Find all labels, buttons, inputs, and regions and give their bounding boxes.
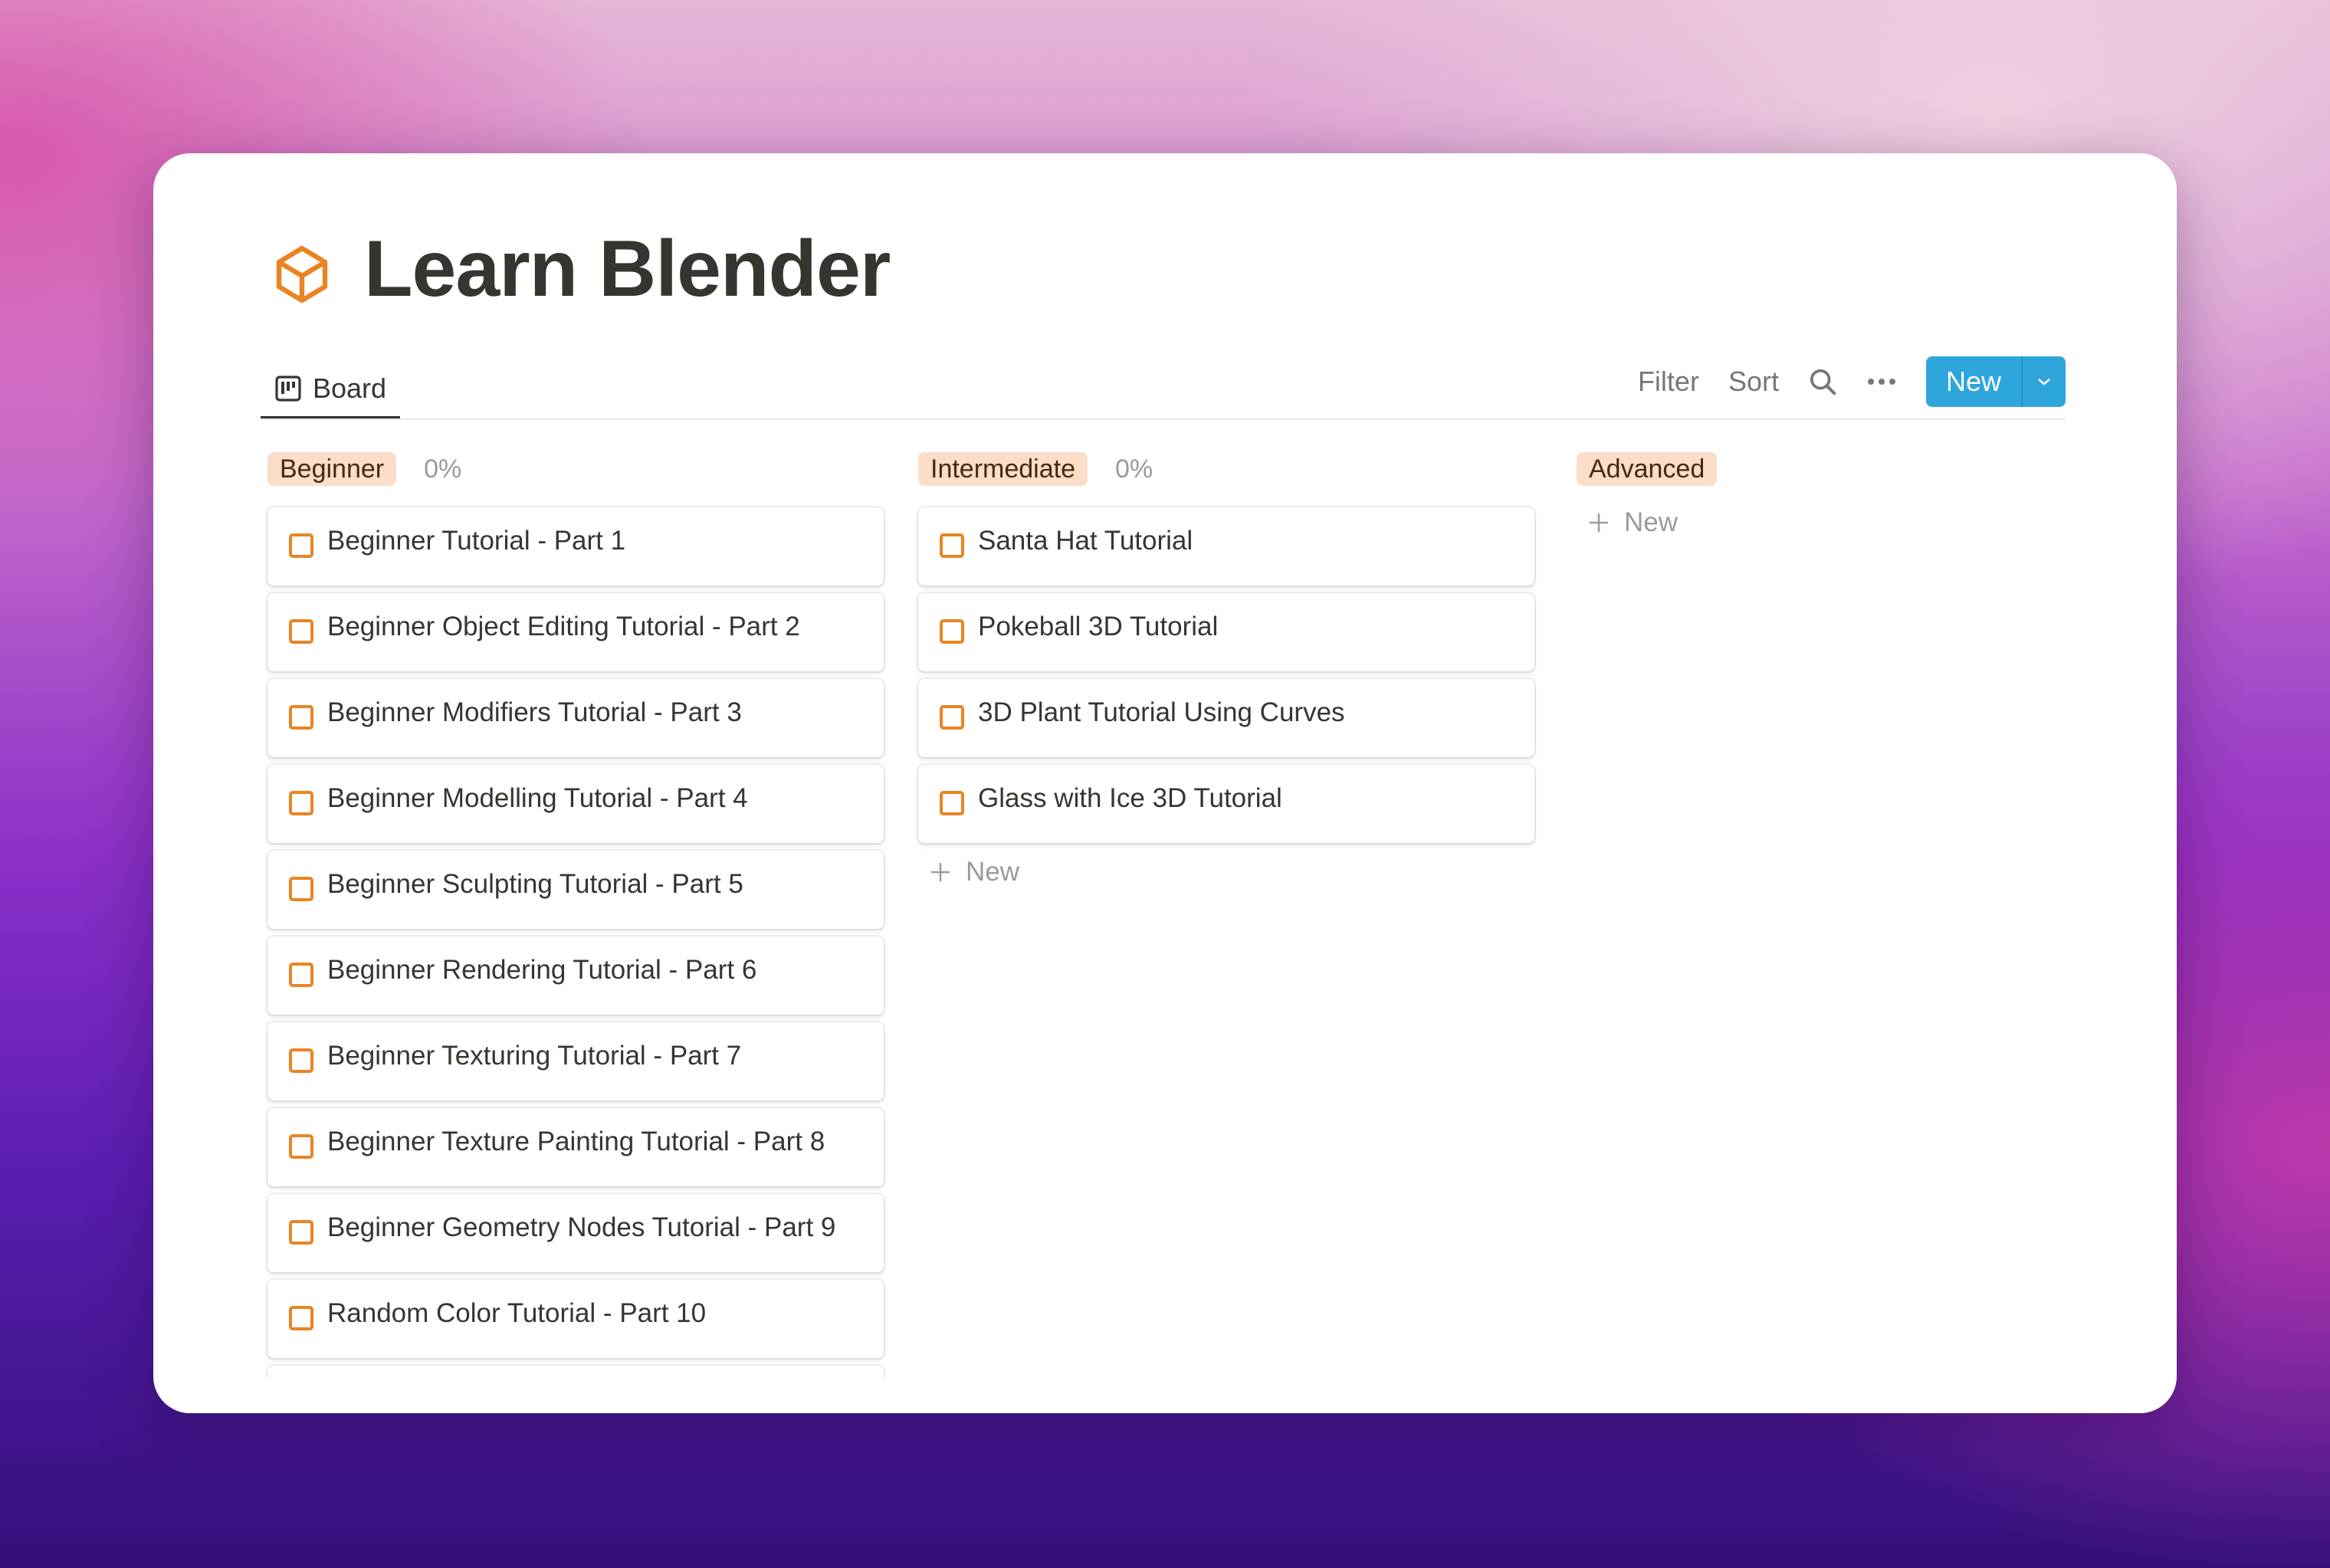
column-progress: 0%	[1115, 454, 1154, 484]
card-title: Beginner Modifiers Tutorial - Part 3	[327, 697, 742, 727]
card-title: Random Color Tutorial - Part 10	[327, 1298, 707, 1328]
card[interactable]: Beginner Modifiers Tutorial - Part 3	[267, 679, 884, 757]
checkbox-icon[interactable]	[289, 1220, 313, 1245]
card-title: Beginner Texture Painting Tutorial - Par…	[327, 1127, 825, 1156]
column-beginner: Beginner 0% Beginner Tutorial - Part 1 Be…	[267, 452, 884, 1377]
checkbox-icon[interactable]	[940, 533, 964, 558]
card-title: Beginner Rendering Tutorial - Part 6	[327, 955, 757, 985]
checkbox-icon[interactable]	[289, 619, 313, 644]
checkbox-icon[interactable]	[289, 1306, 313, 1330]
plus-icon	[1590, 513, 1608, 532]
add-new-label: New	[966, 857, 1020, 887]
card-title: Beginner Object Editing Tutorial - Part …	[327, 612, 800, 641]
card[interactable]: Beginner Geometry Nodes Tutorial - Part …	[267, 1194, 884, 1272]
checkbox-icon[interactable]	[289, 963, 313, 987]
plus-icon	[931, 863, 950, 881]
card[interactable]: Beginner Texturing Tutorial - Part 7	[267, 1022, 884, 1101]
card-title: Glass with Ice 3D Tutorial	[978, 783, 1282, 813]
card-title: Beginner Geometry Nodes Tutorial - Part …	[327, 1212, 836, 1242]
card[interactable]: Beginner Texture Painting Tutorial - Par…	[267, 1108, 884, 1186]
card[interactable]: Beginner Rendering Tutorial - Part 6	[267, 937, 884, 1015]
checkbox-icon[interactable]	[940, 619, 964, 644]
checkbox-icon[interactable]	[289, 705, 313, 730]
card-title: Beginner Sculpting Tutorial - Part 5	[327, 869, 743, 899]
column-advanced: Advanced New	[1577, 452, 2177, 538]
card[interactable]: Pokeball 3D Tutorial	[918, 593, 1534, 671]
checkbox-icon[interactable]	[289, 1048, 313, 1073]
column-tag[interactable]: Beginner	[267, 452, 397, 486]
add-new-label: New	[1624, 507, 1679, 537]
checkbox-icon[interactable]	[940, 791, 964, 815]
card[interactable]: 3D Plant Tutorial Using Curves	[918, 679, 1534, 757]
card-title: 3D Plant Tutorial Using Curves	[978, 697, 1345, 727]
app-window: Learn Blender Board Filter Sort New Begi…	[153, 153, 2177, 1413]
card-title: Beginner Tutorial - Part 1	[327, 526, 626, 556]
card-title: Beginner Texturing Tutorial - Part 7	[327, 1041, 742, 1071]
board: Beginner 0% Beginner Tutorial - Part 1 Be…	[153, 153, 2177, 1377]
add-new-card-button[interactable]: New	[1587, 507, 2177, 538]
column-intermediate: Intermediate 0% Santa Hat Tutorial Pokeba…	[918, 452, 1534, 887]
checkbox-icon[interactable]	[289, 1134, 313, 1159]
card[interactable]: Beginner Object Editing Tutorial - Part …	[267, 593, 884, 671]
card-title: Pokeball 3D Tutorial	[978, 612, 1219, 641]
card[interactable]: Random Color Tutorial - Part 10	[267, 1280, 884, 1358]
checkbox-icon[interactable]	[289, 877, 313, 901]
add-new-card-button[interactable]: New	[929, 857, 1534, 887]
card-title: Beginner Modelling Tutorial - Part 4	[327, 783, 748, 813]
card[interactable]: Santa Hat Tutorial	[918, 507, 1534, 586]
checkbox-icon[interactable]	[289, 791, 313, 815]
card-title: Santa Hat Tutorial	[978, 526, 1193, 556]
card[interactable]: Glass with Ice 3D Tutorial	[918, 765, 1534, 843]
checkbox-icon[interactable]	[289, 533, 313, 558]
card-partial[interactable]	[267, 1366, 884, 1377]
card[interactable]: Beginner Sculpting Tutorial - Part 5	[267, 851, 884, 929]
checkbox-icon[interactable]	[940, 705, 964, 730]
card[interactable]: Beginner Modelling Tutorial - Part 4	[267, 765, 884, 843]
column-tag[interactable]: Intermediate	[918, 452, 1088, 486]
column-progress: 0%	[424, 454, 462, 484]
card[interactable]: Beginner Tutorial - Part 1	[267, 507, 884, 586]
column-tag[interactable]: Advanced	[1577, 452, 1718, 486]
